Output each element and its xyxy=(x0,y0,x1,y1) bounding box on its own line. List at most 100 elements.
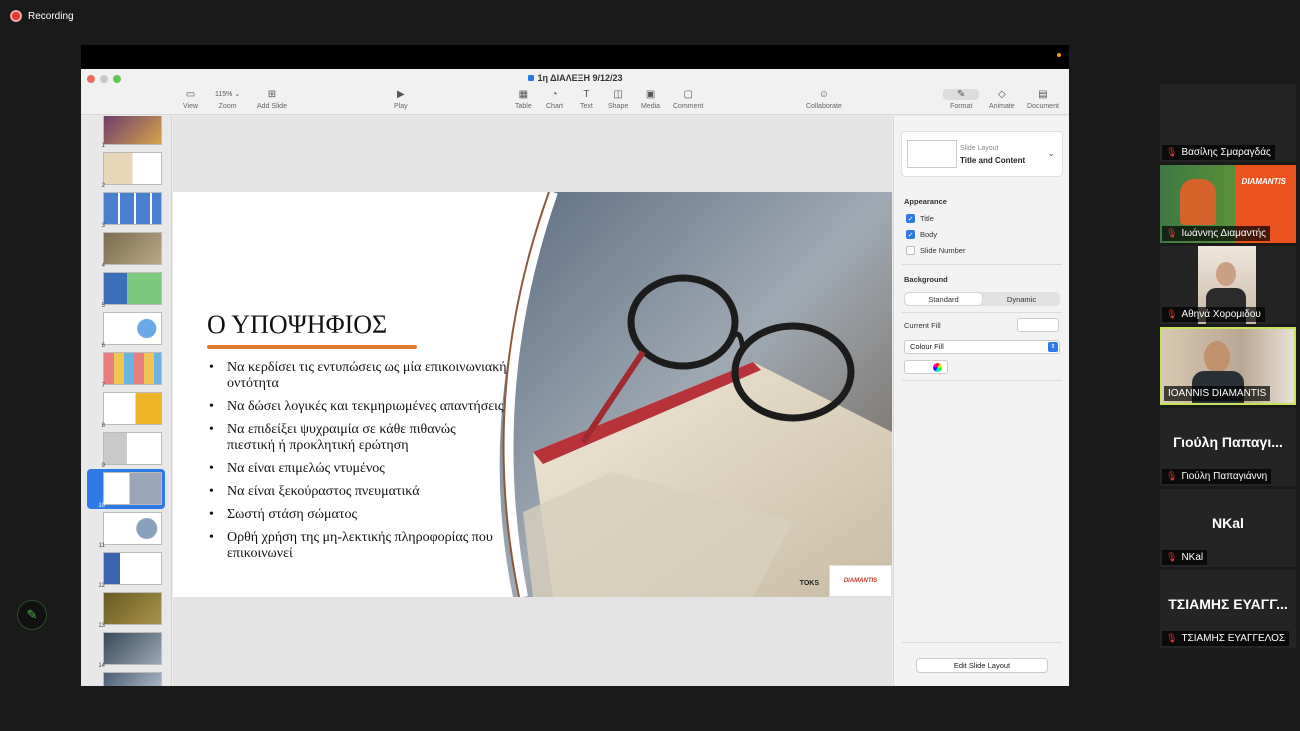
title-underline xyxy=(207,345,417,349)
participant-tile[interactable]: NKal 🎙 NKal xyxy=(1160,489,1296,567)
active-speaker-tile[interactable]: IOANNIS DIAMANTIS xyxy=(1160,327,1296,405)
slide-thumbnail[interactable] xyxy=(81,672,171,686)
chevron-down-icon: ⌄ xyxy=(1047,148,1055,158)
color-well[interactable] xyxy=(904,360,948,374)
slide-title: Ο ΥΠΟΨΗΦΙΟΣ xyxy=(207,310,388,339)
slide-number: 2 xyxy=(101,183,105,189)
checkmark-icon: ✓ xyxy=(906,230,915,239)
fill-type-value: Colour Fill xyxy=(910,342,944,351)
mic-muted-icon: 🎙 xyxy=(1166,147,1178,157)
comment-button[interactable]: ▢ Comment xyxy=(673,89,703,110)
slide-number: 12 xyxy=(98,583,105,589)
recording-label: Recording xyxy=(28,10,74,22)
slide-navigator: 1 2 3 4 5 6 7 8 9 10 11 12 13 14 xyxy=(81,116,172,686)
slide-thumbnail[interactable]: 3 xyxy=(81,192,171,230)
fill-color-swatch[interactable] xyxy=(1017,318,1059,332)
appearance-heading: Appearance xyxy=(904,197,947,206)
participant-tile[interactable]: Γιούλη Παπαγι... 🎙 Γιούλη Παπαγιάννη xyxy=(1160,408,1296,486)
current-fill-label: Current Fill xyxy=(904,321,941,330)
text-button[interactable]: T Text xyxy=(580,89,593,110)
slide-thumbnail[interactable]: 1 xyxy=(81,116,171,150)
slide-thumbnail[interactable]: 14 xyxy=(81,632,171,670)
slide-thumbnail[interactable]: 4 xyxy=(81,232,171,270)
screen-share: 1η ΔΙΑΛΕΞΗ 9/12/23 ▭ View 115% ⌄ Zoom ⊞ Add… xyxy=(81,45,1069,686)
slide-layout-picker[interactable]: Slide Layout Title and Content ⌄ xyxy=(901,131,1063,177)
dynamic-segment[interactable]: Dynamic xyxy=(983,292,1060,306)
standard-segment[interactable]: Standard xyxy=(905,293,982,305)
document-button[interactable]: ▤ Document xyxy=(1027,89,1059,110)
mic-muted-icon: 🎙 xyxy=(1166,309,1178,319)
slide-number: 3 xyxy=(101,223,105,229)
chart-button[interactable]: ◔ Chart xyxy=(546,89,563,110)
slide-thumbnail[interactable]: 8 xyxy=(81,392,171,430)
add-slide-button[interactable]: ⊞ Add Slide xyxy=(257,89,287,110)
shape-button[interactable]: ◫ Shape xyxy=(608,89,628,110)
participant-tile[interactable]: 🎙 Αθηνά Χορομιδου xyxy=(1160,246,1296,324)
layout-thumbnail xyxy=(907,140,957,168)
table-button[interactable]: ▦ Table xyxy=(515,89,532,110)
body-checkbox-label: Body xyxy=(920,230,938,239)
bullet-item: Να κερδίσει τις εντυπώσεις ως μία επικοι… xyxy=(207,360,507,392)
view-button[interactable]: ▭ View xyxy=(183,89,198,110)
slide-thumbnail[interactable]: 2 xyxy=(81,152,171,190)
sidebar-icon: ▭ xyxy=(185,89,196,100)
animate-button[interactable]: ◇ Animate xyxy=(989,89,1015,110)
current-slide[interactable]: Ο ΥΠΟΨΗΦΙΟΣ Να κερδίσει τις εντυπώσεις ω… xyxy=(173,192,892,597)
slide-thumbnail[interactable]: 12 xyxy=(81,552,171,590)
slide-number-label: Slide Number xyxy=(920,246,966,255)
background-segmented-control: Standard Dynamic xyxy=(904,292,1060,306)
slide-canvas: Ο ΥΠΟΨΗΦΙΟΣ Να κερδίσει τις εντυπώσεις ω… xyxy=(173,116,892,686)
diamantis-logo: DIAMANTIS xyxy=(829,565,892,597)
slide-thumbnail[interactable]: 9 xyxy=(81,432,171,470)
zoom-value-text: 115% xyxy=(215,91,233,98)
participant-tile[interactable]: 🎙 Βασίλης Σμαραγδάς xyxy=(1160,84,1296,162)
bullet-item: Σωστή στάση σώματος xyxy=(207,507,507,523)
slide-preview xyxy=(103,552,162,585)
diamantis-logo: DIAMANTIS xyxy=(1241,177,1286,186)
slide-thumbnail[interactable]: 6 xyxy=(81,312,171,350)
slide-thumbnail[interactable]: 7 xyxy=(81,352,171,390)
edit-slide-layout-button[interactable]: Edit Slide Layout xyxy=(916,658,1048,673)
document-title: 1η ΔΙΑΛΕΞΗ 9/12/23 xyxy=(81,73,1069,83)
slide-number: 8 xyxy=(101,423,105,429)
bullet-item: Να είναι επιμελώς ντυμένος xyxy=(207,461,507,477)
recording-indicator: Recording xyxy=(10,10,74,22)
zoom-label: Zoom xyxy=(218,103,237,110)
table-label: Table xyxy=(515,103,532,110)
participant-name: 🎙 NKal xyxy=(1162,550,1208,565)
keynote-window: 1η ΔΙΑΛΕΞΗ 9/12/23 ▭ View 115% ⌄ Zoom ⊞ Add… xyxy=(81,69,1069,686)
slide-preview xyxy=(103,592,162,625)
participant-name-text: Βασίλης Σμαραγδάς xyxy=(1181,147,1271,158)
slide-preview xyxy=(103,312,162,345)
body-checkbox[interactable]: ✓ Body xyxy=(906,230,937,239)
fill-type-select[interactable]: Colour Fill ⇕ xyxy=(904,340,1060,354)
media-button[interactable]: ▣ Media xyxy=(641,89,660,110)
slide-number-checkbox[interactable]: Slide Number xyxy=(906,246,965,255)
record-icon xyxy=(10,10,22,22)
format-inspector: Slide Layout Title and Content ⌄ Appeara… xyxy=(893,116,1069,686)
slide-thumbnail[interactable]: 13 xyxy=(81,592,171,630)
slide-preview xyxy=(103,152,162,185)
title-checkbox[interactable]: ✓ Title xyxy=(906,214,934,223)
color-wheel-icon xyxy=(933,363,942,372)
slide-thumbnail[interactable]: 5 xyxy=(81,272,171,310)
collaborate-button[interactable]: ☺ Collaborate xyxy=(806,89,842,110)
slide-number: 4 xyxy=(101,263,105,269)
format-button[interactable]: ✎ Format xyxy=(943,89,980,110)
slide-thumbnail[interactable]: 11 xyxy=(81,512,171,550)
slide-thumbnail-selected[interactable]: 10 xyxy=(81,469,171,510)
document-label: Document xyxy=(1027,103,1059,110)
slide-number: 6 xyxy=(101,343,105,349)
slide-preview xyxy=(103,192,162,225)
participant-name-text: Ιωάννης Διαμαντής xyxy=(1181,228,1266,239)
participant-tile[interactable]: DIAMANTIS 🎙 Ιωάννης Διαμαντής xyxy=(1160,165,1296,243)
participant-tile[interactable]: ΤΣΙΑΜΗΣ ΕΥΑΓΓ... 🎙 ΤΣΙΑΜΗΣ ΕΥΑΓΓΕΛΟΣ xyxy=(1160,570,1296,648)
animate-icon: ◇ xyxy=(997,89,1006,100)
slide-preview xyxy=(103,116,162,145)
zoom-button[interactable]: 115% ⌄ Zoom xyxy=(215,89,240,110)
play-button[interactable]: ▶ Play xyxy=(394,89,408,110)
annotate-pencil-icon[interactable]: ✎ xyxy=(17,600,47,630)
face xyxy=(1204,341,1230,373)
mic-muted-icon: 🎙 xyxy=(1166,633,1178,643)
layout-name: Title and Content xyxy=(960,156,1026,165)
